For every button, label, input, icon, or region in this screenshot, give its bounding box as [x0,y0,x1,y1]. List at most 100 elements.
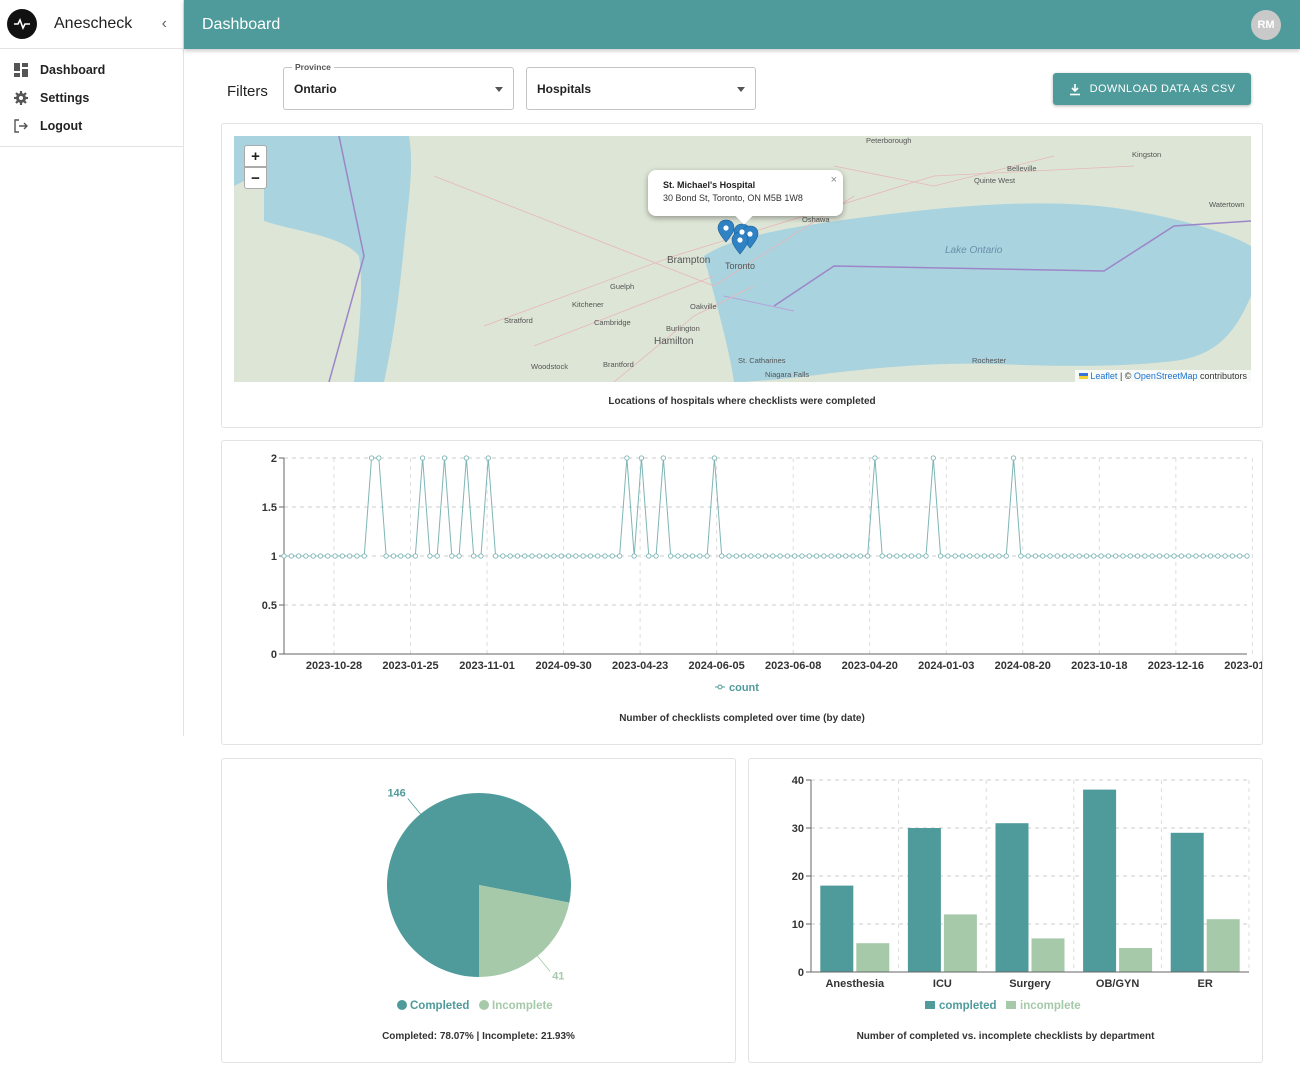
legend-label: incomplete [1020,1000,1081,1012]
map-label: Rochester [972,356,1007,365]
legend-label: Incomplete [492,1000,553,1012]
data-point [573,553,579,559]
data-point [923,553,929,559]
data-point [1061,553,1068,559]
data-point [536,553,542,559]
data-point [806,553,812,559]
data-point [383,553,389,559]
y-tick-label: 0 [271,649,277,661]
leaflet-link[interactable]: Leaflet [1090,371,1117,381]
avatar[interactable]: RM [1251,9,1281,40]
data-point [595,553,601,559]
data-point [682,553,688,559]
data-point [325,553,331,559]
sidebar-item-dashboard[interactable]: Dashboard [0,56,183,84]
legend-marker [397,1000,407,1010]
data-point [1164,553,1170,559]
map-label: Belleville [1007,164,1037,173]
data-point [471,553,477,559]
y-tick-label: 0.5 [262,600,277,612]
x-tick-label: Anesthesia [825,978,885,990]
data-point [675,553,681,559]
data-point [762,553,769,559]
data-point [835,553,842,559]
data-point [500,553,506,559]
x-tick-label: Surgery [1009,978,1051,990]
data-point [1076,553,1082,559]
hospital-map[interactable]: Peterborough Kingston Belleville Quinte … [234,136,1251,382]
data-point [1047,553,1053,559]
hospitals-select[interactable]: Hospitals [526,67,756,110]
y-tick-label: 1 [271,551,277,563]
data-point [310,553,316,559]
x-tick-label: 2023-01-20 [1224,660,1262,672]
legend-marker [925,1001,935,1009]
x-tick-label: 2024-08-20 [995,660,1051,672]
bar [1031,938,1065,972]
data-point [952,553,958,559]
data-point [916,553,922,559]
data-point [1003,553,1009,559]
province-select-value: Ontario [294,81,337,96]
map-caption: Locations of hospitals where checklists … [608,396,876,407]
data-point [828,553,834,559]
sidebar-item-logout[interactable]: Logout [0,112,183,140]
bar-chart-caption: Number of completed vs. incomplete check… [856,1031,1155,1042]
y-tick-label: 40 [792,775,804,787]
data-point [1010,455,1017,461]
close-icon[interactable]: × [831,174,837,186]
data-point [638,455,645,461]
popup-hospital-name: St. Michael's Hospital [663,180,756,190]
data-point [332,553,338,559]
province-select[interactable]: Province Ontario [283,62,514,110]
data-point [580,553,586,559]
pie-label-line [407,798,421,815]
gear-icon [14,91,28,105]
y-tick-label: 30 [792,823,804,835]
bar [995,823,1029,972]
map-label: Guelph [610,282,635,291]
province-select-label: Province [292,62,334,72]
data-point [616,553,623,559]
data-point [1156,553,1163,559]
zoom-out-button[interactable]: − [244,167,267,189]
zoom-in-button[interactable]: + [244,145,267,167]
legend-label: Completed [410,1000,469,1012]
sidebar-item-settings[interactable]: Settings [0,84,183,112]
data-point [981,553,988,559]
chevron-left-icon[interactable]: ‹ [162,15,167,33]
data-point [930,455,936,461]
osm-link[interactable]: OpenStreetMap [1134,371,1198,381]
data-point [937,553,944,559]
data-point [1018,553,1024,559]
data-point [1237,553,1243,559]
data-point [390,553,397,559]
data-point [850,553,856,559]
bar [820,885,854,972]
data-point [989,553,995,559]
data-point [1193,553,1199,559]
data-point [740,553,747,559]
data-point [405,553,411,559]
map-popup: × St. Michael's Hospital 30 Bond St, Tor… [648,170,843,225]
data-point [434,553,440,559]
data-point [303,553,309,559]
data-point [711,455,718,461]
bar [856,943,890,972]
data-point [288,553,294,559]
map-label: Oakville [690,302,717,311]
sidebar-item-label: Settings [40,91,90,105]
x-tick-label: 2023-11-01 [459,660,515,672]
data-point [1091,553,1097,559]
bar [1083,789,1117,972]
bar [1170,832,1204,972]
data-point [1185,553,1192,559]
download-csv-button[interactable]: DOWNLOAD DATA AS CSV [1053,73,1251,105]
y-tick-label: 20 [792,871,804,883]
data-point [784,553,791,559]
data-point [792,553,798,559]
brand: Anescheck ‹ [0,0,183,49]
data-point [558,553,564,559]
data-point [1032,553,1039,559]
data-point [1054,553,1060,559]
